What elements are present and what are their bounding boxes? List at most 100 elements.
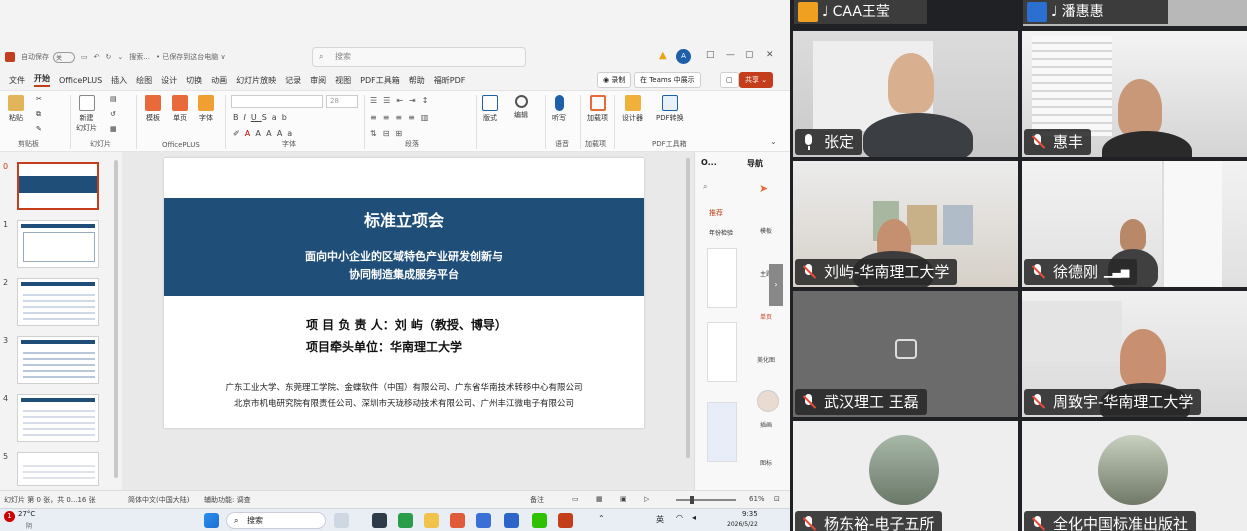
present-in-teams-button[interactable]: 在 Teams 中展示: [634, 72, 701, 88]
save-status[interactable]: • 已保存到这台电脑 ∨: [156, 52, 226, 62]
align-left-icon[interactable]: ≡: [370, 113, 383, 122]
increase-font-icon[interactable]: A: [255, 129, 266, 138]
slide-thumbnail[interactable]: [17, 336, 99, 384]
tab-animations[interactable]: 动画: [211, 75, 227, 86]
template-preview[interactable]: [707, 402, 737, 462]
app-icon[interactable]: [398, 513, 413, 528]
app-icon[interactable]: [372, 513, 387, 528]
slide-subtitle-1[interactable]: 面向中小企业的区域特色产业研发创新与: [164, 248, 644, 264]
clear-format-icon[interactable]: Aa: [277, 129, 297, 138]
highlight-icon[interactable]: ✐: [233, 129, 245, 138]
slide-editor[interactable]: 标准立项会 面向中小企业的区域特色产业研发创新与 协同制造集成服务平台 项 目 …: [122, 152, 694, 490]
language[interactable]: 简体中文(中国大陆): [128, 495, 189, 505]
slide-thumbnail[interactable]: [17, 278, 99, 326]
addins-button[interactable]: 加载项: [587, 95, 608, 123]
record-button[interactable]: ◉ 录制: [597, 72, 632, 88]
wifi-icon[interactable]: ◠: [676, 513, 683, 522]
assistant-avatar[interactable]: [757, 390, 779, 412]
pane-search-icon[interactable]: ⌕: [703, 182, 707, 192]
tab-officeplus[interactable]: OfficePLUS: [59, 76, 102, 85]
editor-scrollbar[interactable]: [686, 158, 690, 458]
layout-icon[interactable]: ▤: [110, 95, 117, 103]
project-leader[interactable]: 项 目 负 责 人：刘 屿（教授、博导）: [306, 316, 507, 333]
ime-indicator[interactable]: 英: [656, 514, 664, 525]
taskbar-search[interactable]: ⌕ 搜索: [226, 512, 326, 529]
reset-icon[interactable]: ↺: [110, 110, 116, 118]
participant-tile[interactable]: 周致宇-华南理工大学: [1022, 291, 1247, 417]
slide-thumbnails[interactable]: 0 1 2 3 4 5: [0, 152, 122, 490]
nav-illustration[interactable]: 插画: [749, 420, 783, 429]
designer-button[interactable]: 设计器: [622, 95, 643, 123]
tab-recommend[interactable]: 推荐: [709, 208, 723, 218]
participant-tile[interactable]: 张定: [793, 31, 1018, 157]
zoom-slider[interactable]: [676, 496, 736, 504]
pane-header-nav[interactable]: 导航: [747, 158, 763, 169]
tab-draw[interactable]: 绘图: [136, 75, 152, 86]
pane-header-o[interactable]: O...: [701, 158, 717, 167]
new-slide-button[interactable]: 新建 幻灯片: [76, 95, 97, 133]
columns-icon[interactable]: ▥: [421, 113, 435, 122]
autosave-toggle[interactable]: 关: [53, 51, 75, 63]
tray-overflow-icon[interactable]: ⌃: [598, 514, 605, 523]
tab-file[interactable]: 文件: [9, 75, 25, 86]
collapse-ribbon-icon[interactable]: ⌄: [770, 137, 777, 146]
participant-tile[interactable]: 全化中国标准出版社: [1022, 421, 1247, 531]
align-text-icon[interactable]: ⊟: [383, 129, 396, 138]
template-preview[interactable]: [707, 248, 737, 308]
maximize-icon[interactable]: ▢: [745, 50, 754, 60]
tab-foxit-pdf[interactable]: 福昕PDF: [434, 75, 466, 86]
taskview-icon[interactable]: [334, 513, 349, 528]
nav-icons[interactable]: 图标: [749, 458, 783, 467]
sorter-view-icon[interactable]: ▦: [596, 495, 603, 503]
slideshow-icon[interactable]: ▷: [644, 495, 649, 503]
pane-expand-handle[interactable]: ›: [769, 264, 783, 306]
slide-title[interactable]: 标准立项会: [164, 207, 644, 231]
find-button[interactable]: 编辑: [514, 95, 528, 120]
paste-button[interactable]: 粘贴: [8, 95, 24, 123]
decrease-font-icon[interactable]: A: [266, 129, 277, 138]
align-center-icon[interactable]: ≡: [383, 113, 396, 122]
partner-orgs-2[interactable]: 北京市机电研究院有限责任公司、深圳市天珑移动技术有限公司、广州丰江微电子有限公司: [164, 397, 644, 409]
tab-record[interactable]: 记录: [285, 75, 301, 86]
section-icon[interactable]: ▦: [110, 125, 117, 133]
search-input[interactable]: ⌕ 搜索: [312, 47, 526, 67]
thumbs-scrollbar[interactable]: [114, 160, 118, 478]
top-participant[interactable]: ♩ 潘惠惠: [1023, 0, 1168, 24]
indent-icon[interactable]: ⇤: [396, 96, 409, 105]
dictate-button[interactable]: 听写: [552, 95, 566, 123]
app-icon[interactable]: [476, 513, 491, 528]
align-right-icon[interactable]: ≡: [395, 113, 408, 122]
cut-icon[interactable]: ✂: [36, 95, 42, 103]
ribbon-options-icon[interactable]: □: [706, 50, 715, 60]
minimize-icon[interactable]: —: [726, 50, 735, 60]
font-color-icon[interactable]: A: [245, 129, 256, 138]
weather-temp[interactable]: 27°C: [18, 510, 35, 518]
top-participant[interactable]: ♩ CAA王莹: [794, 0, 927, 24]
tab-slideshow[interactable]: 幻灯片放映: [236, 75, 276, 86]
justify-icon[interactable]: ≡: [408, 113, 421, 122]
nav-beautify[interactable]: 美化图: [749, 339, 783, 382]
font-name-select[interactable]: [231, 95, 323, 108]
share-button[interactable]: 共享 ⌄: [739, 72, 774, 88]
normal-view-icon[interactable]: ▭: [572, 495, 579, 503]
slide-thumbnail[interactable]: [17, 220, 99, 268]
lead-unit[interactable]: 项目牵头单位：华南理工大学: [306, 338, 462, 355]
notes-button[interactable]: 备注: [530, 495, 544, 505]
underline-icon[interactable]: U: [251, 113, 262, 122]
tab-view[interactable]: 视图: [335, 75, 351, 86]
reading-view-icon[interactable]: ▣: [620, 495, 627, 503]
font-size-select[interactable]: 28: [326, 95, 358, 108]
participant-tile[interactable]: 刘屿-华南理工大学: [793, 161, 1018, 287]
numbering-icon[interactable]: ☰: [383, 96, 396, 105]
bullets-icon[interactable]: ☰: [370, 96, 383, 105]
zoom-level[interactable]: 61%: [749, 495, 765, 503]
wechat-icon[interactable]: [532, 513, 547, 528]
tab-year-check[interactable]: 年份检验: [709, 228, 733, 237]
customize-icon[interactable]: ⌄: [117, 53, 123, 61]
line-spacing-icon[interactable]: ↕: [422, 96, 435, 105]
tab-help[interactable]: 帮助: [409, 75, 425, 86]
undo-icon[interactable]: ↶: [94, 53, 100, 61]
close-icon[interactable]: ✕: [766, 50, 774, 60]
zoom-thumb[interactable]: [690, 496, 694, 504]
bold-icon[interactable]: B: [233, 113, 244, 122]
